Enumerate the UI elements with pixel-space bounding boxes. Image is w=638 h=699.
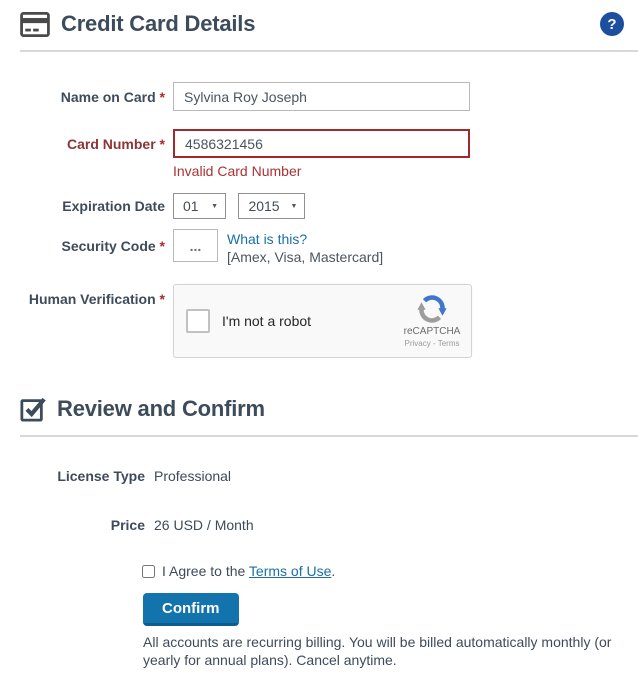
expiration-year-select-wrap: 2015 ▼ bbox=[238, 193, 306, 219]
credit-card-details-header: Credit Card Details ? bbox=[0, 0, 638, 50]
review-and-confirm-header: Review and Confirm bbox=[0, 384, 638, 435]
security-code-field: What is this? [Amex, Visa, Mastercard] bbox=[173, 229, 383, 266]
price-label: Price bbox=[110, 517, 145, 533]
label-text: Expiration Date bbox=[62, 198, 165, 214]
section-divider bbox=[20, 50, 638, 52]
credit-card-form: Name on Card * Card Number * Invalid Car… bbox=[0, 82, 638, 358]
security-code-note: [Amex, Visa, Mastercard] bbox=[227, 249, 384, 265]
required-asterisk: * bbox=[159, 291, 165, 307]
security-code-row: Security Code * What is this? [Amex, Vis… bbox=[0, 229, 638, 266]
label-text: Name on Card bbox=[60, 89, 156, 105]
human-verification-row: Human Verification * I'm not a robot reC… bbox=[0, 284, 638, 358]
terms-of-use-link[interactable]: Terms of Use bbox=[249, 563, 331, 579]
agree-text: I Agree to the Terms of Use. bbox=[162, 563, 335, 579]
license-type-value: Professional bbox=[154, 468, 232, 484]
card-number-input[interactable] bbox=[173, 129, 470, 158]
recaptcha-label: I'm not a robot bbox=[222, 313, 312, 329]
billing-fine-print: All accounts are recurring billing. You … bbox=[143, 634, 612, 668]
recaptcha-brand-text: reCAPTCHA bbox=[403, 326, 461, 337]
human-verification-label: Human Verification * bbox=[0, 284, 165, 307]
license-type-row: License Type Professional bbox=[0, 468, 638, 484]
recaptcha-privacy-terms-links[interactable]: Privacy - Terms bbox=[405, 339, 460, 348]
human-verification-field: I'm not a robot reCAPTCHA Privacy - Term… bbox=[173, 284, 472, 358]
card-number-row: Card Number * Invalid Card Number bbox=[0, 129, 638, 179]
security-code-input[interactable] bbox=[173, 229, 218, 262]
review-title: Review and Confirm bbox=[57, 395, 265, 421]
agree-suffix: . bbox=[331, 563, 336, 579]
card-number-label: Card Number * bbox=[0, 129, 165, 152]
recaptcha-checkbox[interactable] bbox=[186, 309, 210, 333]
name-on-card-row: Name on Card * bbox=[0, 82, 638, 111]
license-type-label: License Type bbox=[57, 468, 145, 484]
agree-checkbox[interactable] bbox=[142, 564, 155, 578]
recaptcha-logo-icon bbox=[417, 295, 447, 323]
name-on-card-input[interactable] bbox=[173, 82, 470, 111]
recaptcha-branding: reCAPTCHA Privacy - Terms bbox=[403, 294, 461, 348]
expiration-date-label: Expiration Date bbox=[0, 193, 165, 214]
label-text: Human Verification bbox=[28, 291, 156, 307]
card-number-error-message: Invalid Card Number bbox=[173, 163, 302, 179]
help-icon[interactable]: ? bbox=[600, 12, 624, 36]
expiration-month-select-wrap: 01 ▼ bbox=[173, 193, 226, 219]
label-text: Card Number bbox=[66, 136, 156, 152]
name-on-card-label: Name on Card * bbox=[0, 82, 165, 105]
expiration-year-select[interactable]: 2015 bbox=[239, 194, 305, 218]
security-code-help: What is this? [Amex, Visa, Mastercard] bbox=[227, 229, 383, 266]
what-is-this-link[interactable]: What is this? bbox=[227, 231, 307, 247]
price-value: 26 USD / Month bbox=[154, 517, 254, 533]
label-text: Security Code bbox=[61, 238, 156, 254]
help-glyph: ? bbox=[607, 15, 617, 33]
expiration-date-field: 01 ▼ 2015 ▼ bbox=[173, 193, 313, 219]
agree-row: I Agree to the Terms of Use. bbox=[142, 563, 638, 579]
page-title: Credit Card Details bbox=[61, 11, 256, 36]
recaptcha-widget: I'm not a robot reCAPTCHA Privacy - Term… bbox=[173, 284, 472, 358]
required-asterisk: * bbox=[159, 89, 165, 105]
expiration-month-select[interactable]: 01 bbox=[174, 194, 225, 218]
checkbox-check-icon bbox=[20, 395, 46, 422]
required-asterisk: * bbox=[159, 136, 165, 152]
card-number-field: Invalid Card Number bbox=[173, 129, 470, 179]
required-asterisk: * bbox=[159, 238, 165, 254]
section-divider bbox=[20, 435, 638, 437]
agree-prefix: I Agree to the bbox=[162, 563, 249, 579]
review-summary: License Type Professional Price 26 USD /… bbox=[0, 468, 638, 669]
name-on-card-field bbox=[173, 82, 470, 111]
expiration-date-row: Expiration Date 01 ▼ 2015 ▼ bbox=[0, 193, 638, 219]
price-row: Price 26 USD / Month bbox=[0, 517, 638, 533]
security-code-label: Security Code * bbox=[0, 229, 165, 254]
confirm-button[interactable]: Confirm bbox=[143, 593, 239, 626]
credit-card-icon bbox=[20, 11, 50, 37]
